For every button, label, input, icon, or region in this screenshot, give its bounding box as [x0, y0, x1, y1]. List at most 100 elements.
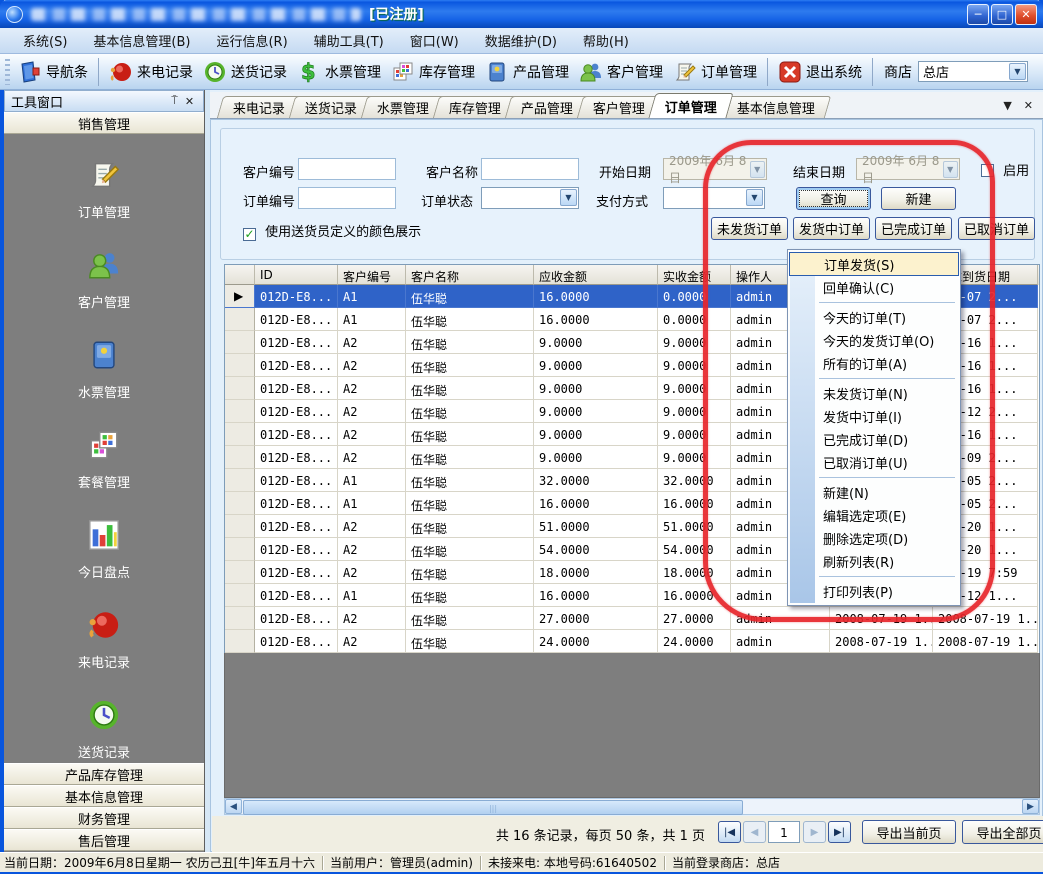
color-display-checkbox-box[interactable]: ✓: [243, 228, 256, 241]
cell-customer_no[interactable]: A2: [338, 561, 406, 584]
cell-customer_no[interactable]: A1: [338, 308, 406, 331]
color-display-checkbox[interactable]: ✓ 使用送货员定义的颜色展示: [243, 221, 421, 241]
minimize-button[interactable]: ─: [967, 4, 989, 25]
toolbar-button-3[interactable]: $水票管理: [292, 58, 386, 86]
toolbar-button-4[interactable]: 库存管理: [386, 58, 480, 86]
scroll-right-icon[interactable]: ▶: [1022, 799, 1039, 814]
cell-customer_name[interactable]: 伍华聪: [406, 607, 534, 630]
cell-received[interactable]: 9.0000: [658, 331, 731, 354]
table-row[interactable]: 012D-E8...A2伍华聪27.000027.0000admin2008-0…: [225, 607, 1039, 630]
cell-customer_no[interactable]: A1: [338, 469, 406, 492]
cell-customer_name[interactable]: 伍华聪: [406, 538, 534, 561]
row-header-cell[interactable]: [225, 446, 255, 469]
customer-no-input[interactable]: [298, 158, 396, 180]
export-all-pages-button[interactable]: 导出全部页: [962, 820, 1043, 844]
row-header-cell[interactable]: [225, 423, 255, 446]
cell-id[interactable]: 012D-E8...: [255, 377, 338, 400]
cell-receivable[interactable]: 51.0000: [534, 515, 658, 538]
context-menu-item-订单发货(S)[interactable]: 订单发货(S): [789, 252, 959, 276]
cell-customer_no[interactable]: A2: [338, 377, 406, 400]
cell-id[interactable]: 012D-E8...: [255, 469, 338, 492]
cell-customer_name[interactable]: 伍华聪: [406, 630, 534, 653]
cell-order_date[interactable]: 2008-07-19 1...: [830, 607, 933, 630]
cell-customer_name[interactable]: 伍华聪: [406, 584, 534, 607]
sidebar-item-套餐管理[interactable]: 套餐管理: [78, 428, 130, 491]
cell-customer_no[interactable]: A2: [338, 446, 406, 469]
cell-receivable[interactable]: 16.0000: [534, 492, 658, 515]
column-header-应收金额[interactable]: 应收金额: [534, 265, 658, 285]
shop-combobox[interactable]: 总店▼: [918, 61, 1028, 82]
cell-received[interactable]: 9.0000: [658, 423, 731, 446]
column-header-rowselect[interactable]: [225, 265, 255, 285]
row-header-cell[interactable]: [225, 400, 255, 423]
column-header-客户名称[interactable]: 客户名称: [406, 265, 534, 285]
cell-receivable[interactable]: 16.0000: [534, 285, 658, 308]
pin-icon[interactable]: ⍑: [167, 94, 182, 109]
cell-id[interactable]: 012D-E8...: [255, 584, 338, 607]
next-page-button[interactable]: ▶: [803, 821, 826, 843]
toolbar-button-6[interactable]: 客户管理: [574, 58, 668, 86]
cell-order_date[interactable]: 2008-07-19 1...: [830, 630, 933, 653]
scroll-left-icon[interactable]: ◀: [225, 799, 242, 814]
cell-receivable[interactable]: 54.0000: [534, 538, 658, 561]
enable-checkbox[interactable]: 启用: [981, 160, 1029, 179]
status-filter-button-3[interactable]: 已取消订单: [958, 217, 1035, 240]
context-menu-item-回单确认(C)[interactable]: 回单确认(C): [789, 276, 959, 299]
cell-customer_name[interactable]: 伍华聪: [406, 377, 534, 400]
cell-customer_no[interactable]: A2: [338, 400, 406, 423]
close-button[interactable]: ✕: [1015, 4, 1037, 25]
cell-id[interactable]: 012D-E8...: [255, 630, 338, 653]
status-filter-button-1[interactable]: 发货中订单: [793, 217, 870, 240]
cell-receivable[interactable]: 9.0000: [534, 400, 658, 423]
row-header-cell[interactable]: [225, 308, 255, 331]
cell-customer_name[interactable]: 伍华聪: [406, 331, 534, 354]
sidebar-item-送货记录[interactable]: 送货记录: [78, 698, 130, 761]
row-header-cell[interactable]: ▶: [225, 285, 255, 308]
cell-received[interactable]: 51.0000: [658, 515, 731, 538]
customer-name-input[interactable]: [481, 158, 579, 180]
cell-received[interactable]: 54.0000: [658, 538, 731, 561]
cell-receivable[interactable]: 9.0000: [534, 446, 658, 469]
tab-close-icon[interactable]: ✕: [1024, 99, 1033, 112]
tab-list-dropdown-icon[interactable]: ▼: [1003, 99, 1011, 112]
cell-receivable[interactable]: 24.0000: [534, 630, 658, 653]
cell-customer_name[interactable]: 伍华聪: [406, 400, 534, 423]
cell-customer_name[interactable]: 伍华聪: [406, 423, 534, 446]
cell-customer_name[interactable]: 伍华聪: [406, 469, 534, 492]
cell-id[interactable]: 012D-E8...: [255, 331, 338, 354]
cell-id[interactable]: 012D-E8...: [255, 561, 338, 584]
sidebar-item-来电记录[interactable]: 来电记录: [78, 608, 130, 671]
cell-received[interactable]: 18.0000: [658, 561, 731, 584]
tab-基本信息管理[interactable]: 基本信息管理: [721, 96, 831, 118]
cell-id[interactable]: 012D-E8...: [255, 285, 338, 308]
menu-item-0[interactable]: 系统(S): [10, 27, 80, 54]
context-menu-item-已取消订单(U)[interactable]: 已取消订单(U): [789, 451, 959, 474]
toolbar-button-0[interactable]: 导航条: [13, 58, 93, 86]
new-button[interactable]: 新建: [881, 187, 956, 210]
cell-customer_no[interactable]: A1: [338, 492, 406, 515]
context-menu-item-打印列表(P)[interactable]: 打印列表(P): [789, 580, 959, 603]
cell-received[interactable]: 9.0000: [658, 354, 731, 377]
cell-customer_no[interactable]: A2: [338, 423, 406, 446]
context-menu-item-发货中订单(I)[interactable]: 发货中订单(I): [789, 405, 959, 428]
cell-received[interactable]: 0.0000: [658, 285, 731, 308]
cell-received[interactable]: 32.0000: [658, 469, 731, 492]
cell-customer_no[interactable]: A2: [338, 630, 406, 653]
context-menu-item-删除选定项(D)[interactable]: 删除选定项(D): [789, 527, 959, 550]
menu-item-3[interactable]: 辅助工具(T): [301, 27, 397, 54]
cell-id[interactable]: 012D-E8...: [255, 492, 338, 515]
cell-receivable[interactable]: 16.0000: [534, 584, 658, 607]
context-menu-item-未发货订单(N)[interactable]: 未发货订单(N): [789, 382, 959, 405]
table-row[interactable]: 012D-E8...A2伍华聪24.000024.0000admin2008-0…: [225, 630, 1039, 653]
scrollbar-thumb[interactable]: [243, 800, 743, 815]
column-header-实收金额[interactable]: 实收金额: [658, 265, 731, 285]
cell-id[interactable]: 012D-E8...: [255, 446, 338, 469]
cell-customer_name[interactable]: 伍华聪: [406, 285, 534, 308]
row-header-cell[interactable]: [225, 354, 255, 377]
cell-id[interactable]: 012D-E8...: [255, 423, 338, 446]
sidebar-section-财务管理[interactable]: 财务管理: [4, 807, 204, 829]
row-header-cell[interactable]: [225, 630, 255, 653]
menu-item-2[interactable]: 运行信息(R): [203, 27, 300, 54]
context-menu-item-编辑选定项(E)[interactable]: 编辑选定项(E): [789, 504, 959, 527]
query-button[interactable]: 查询: [796, 187, 871, 210]
